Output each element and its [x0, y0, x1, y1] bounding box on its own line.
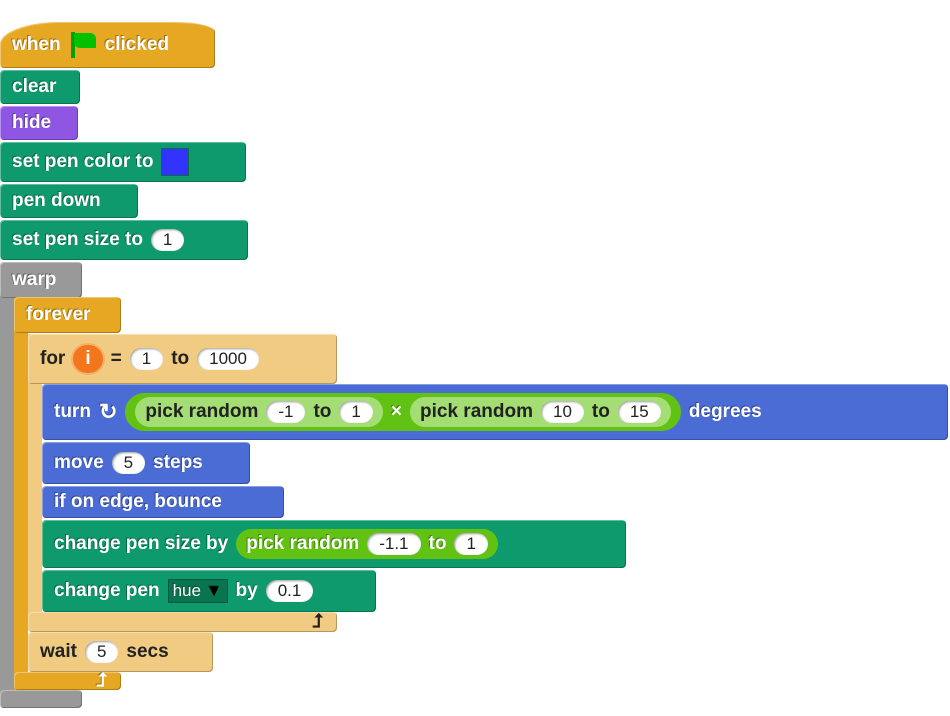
move-block[interactable]: move 5 steps [42, 442, 250, 484]
random-from-input[interactable]: -1 [266, 401, 306, 423]
times-label: × [390, 401, 402, 422]
eq-label: = [110, 348, 122, 369]
green-flag-icon [69, 32, 97, 58]
set-pen-color-block[interactable]: set pen color to [0, 142, 246, 182]
pen-attribute-dropdown[interactable]: hue ▼ [167, 579, 228, 603]
dropdown-arrow-icon: ▼ [200, 581, 223, 600]
wait-secs-input[interactable]: 5 [84, 641, 119, 663]
for-bottom: ⮥ [28, 611, 337, 632]
for-from-input[interactable]: 1 [129, 348, 164, 370]
forever-block[interactable]: forever [14, 297, 121, 333]
degrees-label: degrees [688, 401, 762, 422]
hide-label: hide [12, 112, 52, 133]
pick-random-reporter[interactable]: pick random -1 to 1 [135, 397, 383, 427]
hat-when: when [12, 34, 61, 55]
pick-random-label: pick random [246, 533, 360, 554]
hat-clicked: clicked [104, 34, 169, 55]
random-to-input[interactable]: 15 [617, 401, 661, 423]
move-label: move [54, 452, 104, 473]
when-flag-clicked-hat[interactable]: when clicked [0, 22, 215, 68]
forever-label: forever [26, 304, 91, 325]
steps-label: steps [153, 452, 203, 473]
change-pen-value-input[interactable]: 0.1 [265, 580, 314, 602]
hide-block[interactable]: hide [0, 106, 78, 140]
pick-random-label: pick random [145, 401, 259, 422]
wait-block[interactable]: wait 5 secs [28, 632, 213, 672]
for-block[interactable]: for i = 1 to 1000 [28, 334, 337, 384]
for-to-label: to [171, 348, 190, 369]
pen-down-label: pen down [12, 190, 101, 211]
to-label: to [313, 401, 332, 422]
warp-c-slot [0, 262, 14, 708]
pen-size-input[interactable]: 1 [150, 229, 185, 251]
random-to-input[interactable]: 1 [339, 401, 373, 423]
color-swatch[interactable] [161, 148, 190, 176]
to-label: to [428, 533, 447, 554]
change-pen-size-label: change pen size by [54, 533, 229, 554]
clear-block[interactable]: clear [0, 70, 80, 104]
warp-label: warp [12, 269, 57, 290]
set-pen-size-block[interactable]: set pen size to 1 [0, 220, 248, 260]
pen-down-block[interactable]: pen down [0, 184, 138, 218]
to-label: to [591, 401, 610, 422]
dropdown-value: hue [172, 581, 201, 600]
var-i[interactable]: i [73, 345, 103, 373]
bounce-block[interactable]: if on edge, bounce [42, 486, 284, 518]
loop-arrow-icon: ⮥ [95, 670, 107, 691]
clear-label: clear [12, 76, 57, 97]
for-label: for [40, 348, 66, 369]
set-pen-color-label: set pen color to [12, 151, 154, 172]
by-label: by [235, 580, 258, 601]
turn-label: turn [54, 401, 91, 422]
secs-label: secs [126, 641, 169, 662]
move-steps-input[interactable]: 5 [111, 452, 146, 474]
random-from-input[interactable]: 10 [540, 401, 584, 423]
random-from-input[interactable]: -1.1 [367, 533, 421, 555]
warp-block[interactable]: warp [0, 262, 82, 298]
pick-random-reporter[interactable]: pick random -1.1 to 1 [236, 529, 498, 559]
forever-bottom: ⮥ [14, 670, 121, 691]
change-pen-block[interactable]: change pen hue ▼ by 0.1 [42, 570, 376, 612]
turn-block[interactable]: turn ↻ pick random -1 to 1 × pick random 10 t… [42, 384, 948, 440]
clockwise-icon: ↻ [98, 399, 118, 424]
multiply-reporter[interactable]: pick random -1 to 1 × pick random 10 to 15 [125, 393, 681, 431]
pick-random-reporter[interactable]: pick random 10 to 15 [410, 397, 671, 427]
set-pen-size-label: set pen size to [12, 229, 143, 250]
wait-label: wait [40, 641, 77, 662]
forever-c-slot [14, 297, 28, 690]
loop-arrow-icon: ⮥ [311, 611, 323, 632]
random-to-input[interactable]: 1 [454, 533, 488, 555]
pick-random-label: pick random [420, 401, 533, 422]
change-pen-label: change pen [54, 580, 160, 601]
change-pen-size-block[interactable]: change pen size by pick random -1.1 to 1 [42, 520, 626, 568]
warp-bottom [0, 690, 82, 708]
bounce-label: if on edge, bounce [54, 491, 222, 512]
for-to-input[interactable]: 1000 [197, 348, 259, 370]
